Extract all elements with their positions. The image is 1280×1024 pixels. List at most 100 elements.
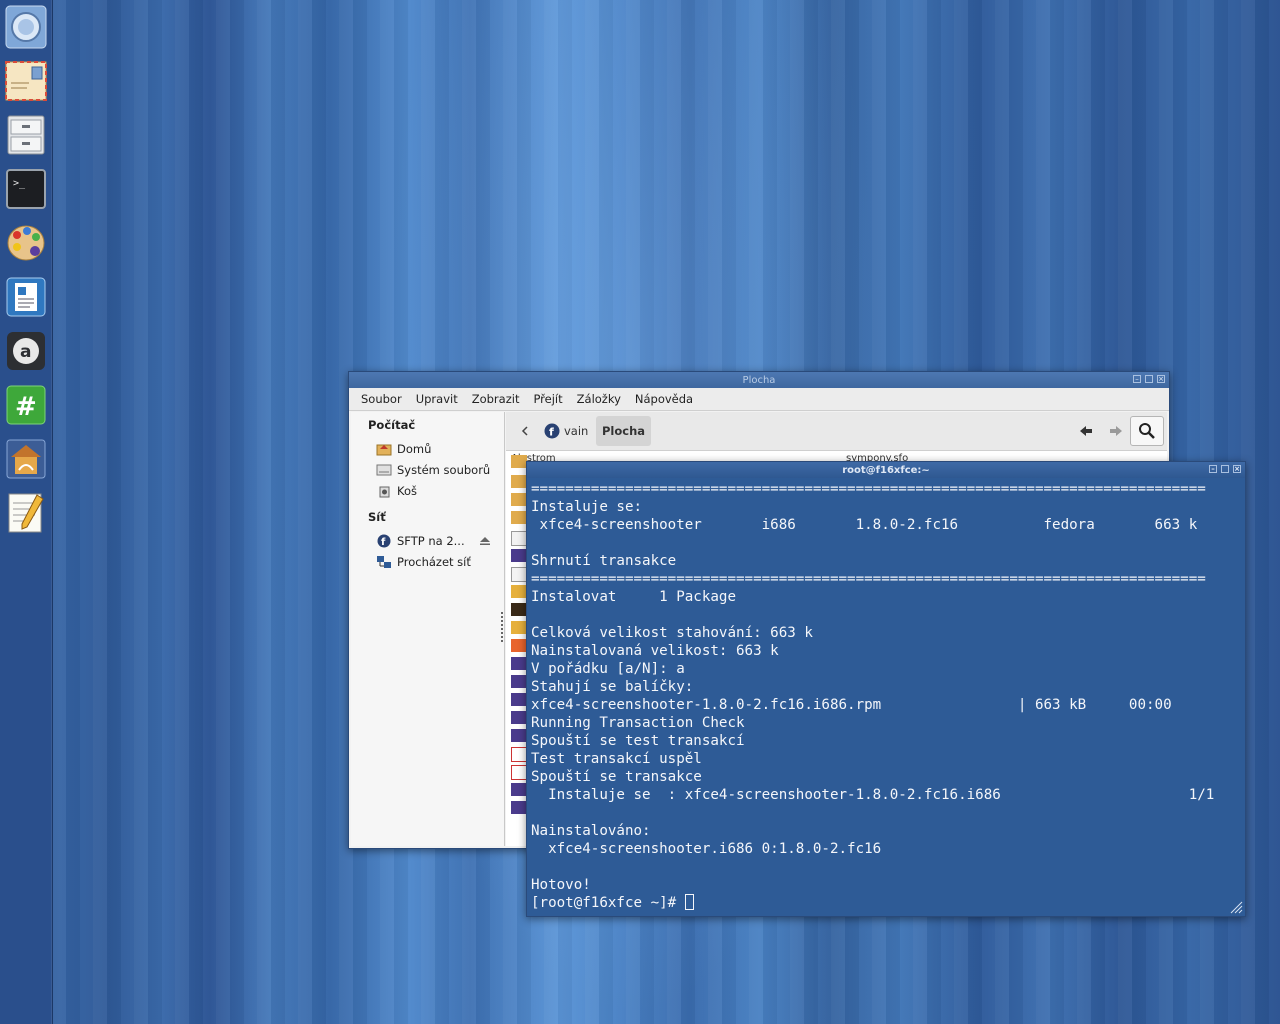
notepad-pencil-icon — [8, 493, 44, 533]
sidebar-item-label: Procházet síť — [397, 554, 471, 569]
terminal-line: xfce4-screenshooter-1.8.0-2.fc16.i686.rp… — [531, 697, 1172, 713]
svg-text:a: a — [20, 342, 31, 362]
mail-launcher[interactable] — [4, 58, 48, 104]
envelope-icon — [5, 61, 47, 101]
sidebar-section-network: Síť — [368, 510, 386, 524]
terminal-line: Running Transaction Check — [531, 715, 745, 731]
terminal-output[interactable]: ========================================… — [527, 478, 1245, 916]
sidebar-item-home[interactable]: Domů — [351, 438, 504, 459]
breadcrumb-vain[interactable]: f vain — [538, 416, 594, 446]
network-icon — [377, 555, 391, 568]
search-icon — [1139, 423, 1155, 439]
image-file-icon[interactable] — [511, 675, 527, 688]
terminal-line: V pořádku [a/N]: a — [531, 661, 685, 677]
terminal-line: Spouští se transakce — [531, 769, 702, 785]
close-button[interactable]: × — [1233, 465, 1241, 473]
folder-icon[interactable] — [511, 475, 527, 488]
menu-zobrazit[interactable]: Zobrazit — [472, 392, 520, 406]
folder-icon[interactable] — [511, 493, 527, 506]
menu-soubor[interactable]: Soubor — [361, 392, 402, 406]
sidebar-resize-handle[interactable] — [501, 612, 505, 642]
maximize-button[interactable] — [1145, 375, 1153, 383]
svg-text:#: # — [15, 392, 37, 422]
home-folder-icon — [376, 444, 392, 455]
menu-zalozky[interactable]: Záložky — [577, 392, 621, 406]
terminal-glyph: >_ — [13, 178, 26, 189]
image-file-icon[interactable] — [511, 783, 527, 796]
terminal-line: ========================================… — [531, 571, 1206, 587]
video-file-icon[interactable] — [511, 603, 527, 616]
trash-icon — [379, 486, 390, 497]
minimize-button[interactable]: – — [1209, 465, 1217, 473]
image-file-icon[interactable] — [511, 801, 527, 814]
image-file-icon[interactable] — [511, 549, 527, 562]
paint-launcher[interactable] — [4, 220, 48, 266]
terminal-line: Instaluje se : xfce4-screenshooter-1.8.0… — [531, 787, 1215, 803]
file-cabinet-launcher[interactable] — [4, 112, 48, 158]
dock: >_ a # — [0, 0, 53, 1024]
sidebar-item-label: Koš — [397, 483, 417, 498]
terminal-line: Nainstalováno: — [531, 823, 651, 839]
chevron-left-icon — [521, 426, 528, 436]
menu-napoveda[interactable]: Nápověda — [635, 392, 693, 406]
terminal-titlebar[interactable]: root@f16xfce:~ – × — [527, 462, 1245, 478]
sidebar-item-sftp[interactable]: f SFTP na 2... — [351, 530, 504, 551]
places-sidebar: Počítač Domů Systém souborů Koš Síť f SF… — [351, 412, 505, 846]
terminal-line: Spouští se test transakcí — [531, 733, 745, 749]
terminal-line: Test transakcí uspěl — [531, 751, 702, 767]
text-cursor — [684, 894, 694, 910]
archive-file-icon[interactable] — [511, 621, 527, 634]
hashtag-icon: # — [6, 385, 46, 425]
file-manager-menubar: Soubor Upravit Zobrazit Přejít Záložky N… — [349, 388, 1169, 411]
image-file-icon[interactable] — [511, 657, 527, 670]
folder-icon[interactable] — [511, 511, 527, 524]
back-button[interactable] — [1072, 416, 1100, 446]
chat-launcher[interactable]: # — [4, 382, 48, 428]
sidebar-item-label: Domů — [397, 441, 432, 456]
eject-icon[interactable] — [479, 536, 491, 546]
image-file-icon[interactable] — [511, 711, 527, 724]
presentation-file-icon[interactable] — [511, 639, 527, 652]
forward-button[interactable] — [1102, 416, 1130, 446]
minimize-button[interactable]: – — [1133, 375, 1141, 383]
breadcrumb-plocha[interactable]: Plocha — [596, 416, 651, 446]
search-button[interactable] — [1130, 416, 1164, 446]
terminal-line: xfce4-screenshooter i686 1.8.0-2.fc16 fe… — [531, 517, 1198, 533]
breadcrumb-label: Plocha — [601, 424, 646, 438]
menu-upravit[interactable]: Upravit — [416, 392, 458, 406]
terminal-launcher[interactable]: >_ — [4, 166, 48, 212]
sidebar-item-trash[interactable]: Koš — [351, 480, 504, 501]
harddrive-icon — [376, 464, 392, 475]
terminal-icon: >_ — [6, 169, 46, 209]
file-manager-titlebar[interactable]: Plocha – × — [349, 372, 1169, 388]
terminal-prompt-line[interactable]: [root@f16xfce ~]# — [531, 894, 1245, 912]
fedora-icon: f — [544, 423, 560, 439]
web-browser-launcher[interactable] — [4, 4, 48, 50]
sidebar-item-browse-network[interactable]: Procházet síť — [351, 551, 504, 572]
folder-icon[interactable] — [511, 455, 527, 468]
archive-file-icon[interactable] — [511, 585, 527, 598]
document-launcher[interactable] — [4, 274, 48, 320]
abiword-launcher[interactable]: a — [4, 328, 48, 374]
breadcrumb-back-arrow[interactable] — [512, 416, 538, 446]
image-file-icon[interactable] — [511, 729, 527, 742]
text-editor-launcher[interactable] — [4, 490, 48, 536]
arrow-left-icon — [1080, 426, 1092, 436]
close-button[interactable]: × — [1157, 375, 1165, 383]
app-launcher[interactable] — [4, 436, 48, 482]
file-manager-title: Plocha — [742, 374, 776, 386]
menu-prejit[interactable]: Přejít — [533, 392, 562, 406]
terminal-title: root@f16xfce:~ — [842, 464, 930, 476]
sidebar-section-computer: Počítač — [368, 418, 416, 432]
sidebar-item-filesystem[interactable]: Systém souborů — [351, 459, 504, 480]
terminal-line: Celková velikost stahování: 663 k — [531, 625, 813, 641]
svg-text:f: f — [549, 426, 554, 439]
file-cabinet-icon — [7, 115, 45, 155]
paint-palette-icon — [7, 225, 45, 261]
terminal-prompt: [root@f16xfce ~]# — [531, 895, 685, 911]
resize-grip-icon[interactable] — [1229, 900, 1243, 914]
maximize-button[interactable] — [1221, 465, 1229, 473]
image-file-icon[interactable] — [511, 693, 527, 706]
